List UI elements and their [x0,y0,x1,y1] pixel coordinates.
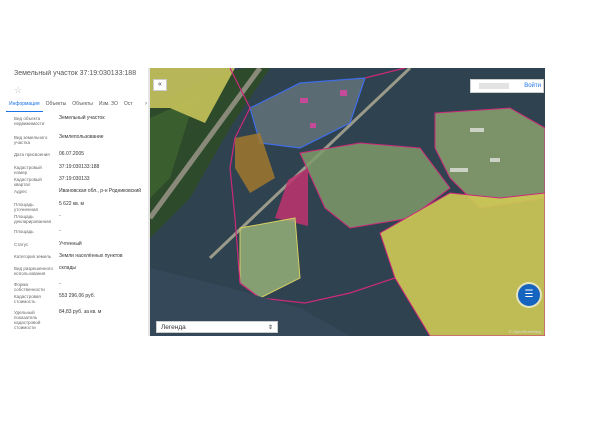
row-label: Удельный показатель кадастровой стоимост… [14,310,41,330]
search-input[interactable]: Войти [470,79,544,93]
row-value: Земельный участок [59,115,105,121]
row-value: Земли населённых пунктов [59,253,123,259]
tab-scroll-icon[interactable]: › [145,101,147,107]
row-label: Дата присвоения [14,152,50,157]
app-frame: Земельный участок 37:19:030133:188 ☆ Инф… [0,68,545,336]
row-label: Площадь декларированная [14,214,52,224]
search-placeholder [479,83,509,89]
row-value: Ивановская обл., р-н Родниковский [59,188,142,194]
row-value: 06.07.2005 [59,151,85,157]
info-panel: Земельный участок 37:19:030133:188 ☆ Инф… [0,68,150,336]
row-label: Площадь [14,229,34,234]
row-label: Кадастровый номер [14,165,42,175]
row-label: Кадастровый квартал [14,177,42,187]
row-label: Адрес [14,189,27,194]
row-value: - [59,228,61,234]
row-value: 37:19:030133:188 [59,164,100,170]
collapse-panel-button[interactable]: « [153,79,167,91]
row-label: Форма собственности [14,282,45,292]
row-value: 553 296,06 руб. [59,293,95,299]
map-view[interactable]: © OpenStreetMap [150,68,545,336]
tab-objects-2[interactable]: Объекты [69,100,96,112]
row-label: Категория земель [14,254,52,259]
tab-more[interactable]: Ост [121,100,136,112]
collapse-icon: « [158,81,162,88]
map-attribution: © OpenStreetMap [508,329,541,334]
row-label: Вид земельного участка [14,135,48,145]
login-button[interactable]: Войти [524,81,541,91]
chevron-updown-icon: ⇕ [267,325,273,331]
row-label: Кадастровая стоимость [14,294,41,304]
tab-changes[interactable]: Изм. ЗО [96,100,121,112]
row-value: 37:19:030133 [59,176,90,182]
row-value: - [59,213,61,219]
row-label: Вид разрешенного использования [14,266,54,276]
row-value: - [59,281,61,287]
row-value: склады [59,265,76,271]
panel-title: Земельный участок 37:19:030133:188 [14,70,137,77]
tab-info[interactable]: Информация [6,100,43,112]
row-label: Статус [14,242,29,247]
tab-bar: Информация Объекты Объекты Изм. ЗО Ост [6,100,150,112]
row-value: 84,83 руб. за кв. м [59,309,102,315]
layers-icon: ☰ [524,289,534,300]
layers-button[interactable]: ☰ [518,284,540,306]
row-value: 5 622 кв. м [59,201,84,207]
legend-label: Легенда [161,324,186,331]
tab-objects[interactable]: Объекты [43,100,70,112]
row-value: Учтенный [59,241,82,247]
row-value: Землепользование [59,134,104,140]
legend-dropdown[interactable]: Легенда ⇕ [156,321,278,333]
star-icon[interactable]: ☆ [14,85,22,96]
satellite-map[interactable] [150,68,545,336]
row-label: Вид объекта недвижимости [14,116,45,126]
row-label: Площадь уточненная [14,202,38,212]
